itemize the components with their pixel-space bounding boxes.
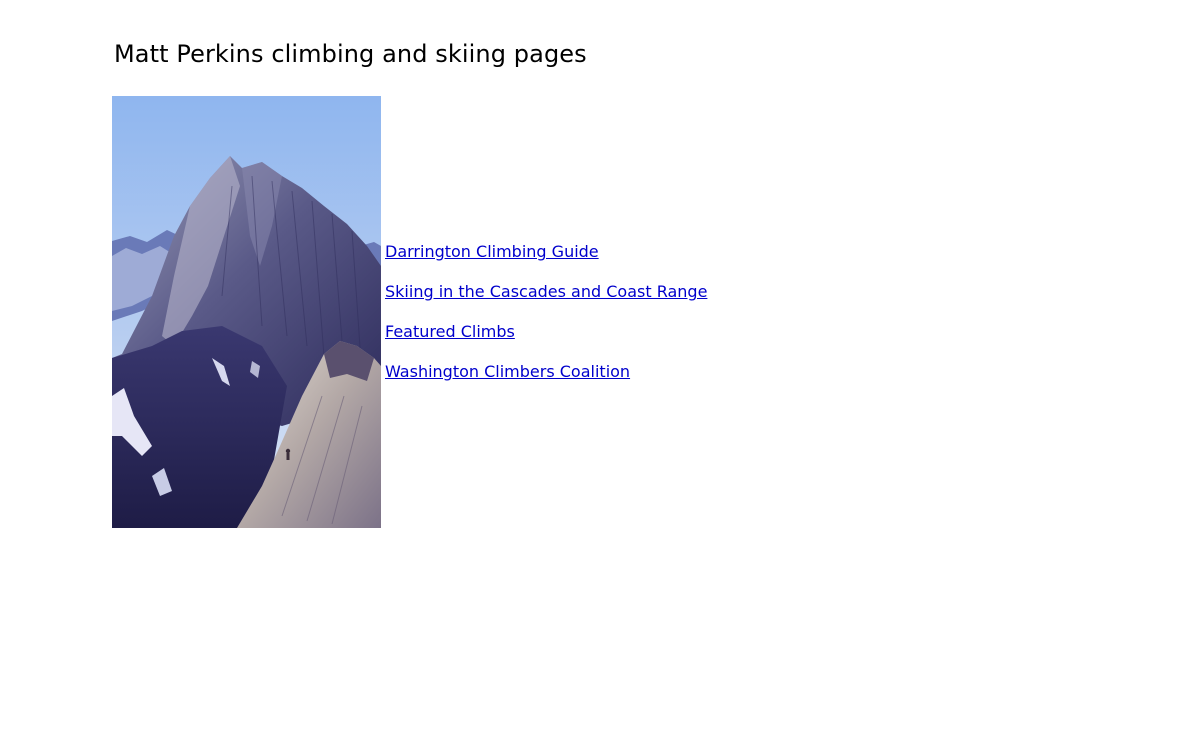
link-darrington-climbing-guide[interactable]: Darrington Climbing Guide bbox=[385, 242, 707, 262]
link-skiing-cascades-coast-range[interactable]: Skiing in the Cascades and Coast Range bbox=[385, 282, 707, 302]
link-featured-climbs[interactable]: Featured Climbs bbox=[385, 322, 707, 342]
page: Matt Perkins climbing and skiing pages D… bbox=[0, 0, 1200, 740]
link-list: Darrington Climbing Guide Skiing in the … bbox=[385, 242, 707, 382]
mountain-photo bbox=[112, 96, 381, 528]
content-row: Darrington Climbing Guide Skiing in the … bbox=[112, 96, 707, 528]
page-title: Matt Perkins climbing and skiing pages bbox=[114, 40, 587, 68]
link-washington-climbers-coalition[interactable]: Washington Climbers Coalition bbox=[385, 362, 707, 382]
